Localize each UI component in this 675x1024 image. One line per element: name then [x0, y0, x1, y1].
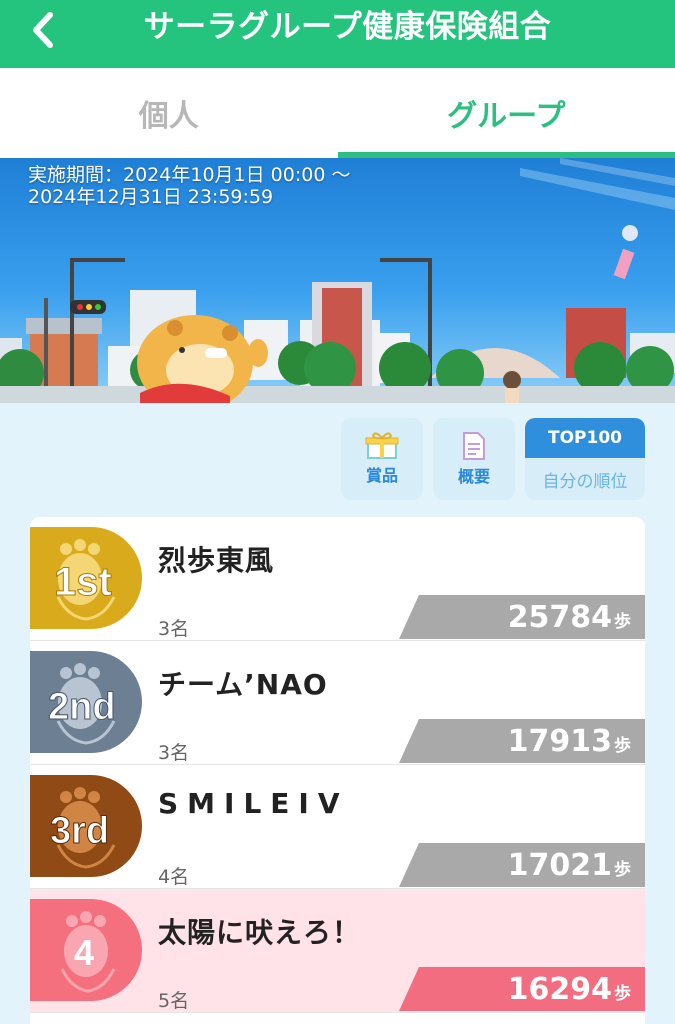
- period-end: 2024年12月31日 23:59:59: [28, 186, 274, 208]
- rank-badge: 4: [30, 899, 142, 1001]
- step-unit: 歩: [614, 984, 631, 1004]
- silver-footprint-icon: 2nd: [48, 663, 116, 745]
- rank-text: 4: [74, 932, 94, 973]
- team-name: 烈歩東風: [158, 544, 275, 577]
- prize-label: 賞品: [365, 466, 398, 485]
- prize-button[interactable]: 賞品: [341, 418, 423, 500]
- pink-footprint-icon: 4: [60, 911, 116, 993]
- tab-personal[interactable]: 個人: [0, 68, 338, 158]
- tab-group[interactable]: グループ: [337, 68, 675, 158]
- member-count: 4名: [158, 866, 190, 888]
- step-count: 16294 歩: [508, 972, 631, 1007]
- rank-badge: 3rd: [30, 775, 142, 877]
- step-count: 17021 歩: [508, 848, 631, 883]
- team-name: SMILEIV: [158, 787, 349, 820]
- summary-label: 概要: [457, 467, 490, 486]
- tab-bar: 個人 グループ: [0, 68, 675, 158]
- step-value: 25784: [507, 600, 612, 635]
- ranking-row[interactable]: 3rd SMILEIV 4名 17021 歩: [30, 765, 645, 889]
- member-count: 3名: [158, 742, 190, 764]
- step-count: 25784 歩: [508, 600, 631, 635]
- page-title: サーラグループ健康保険組合: [143, 8, 552, 45]
- step-value: 16294: [507, 972, 612, 1007]
- member-count: 3名: [158, 618, 190, 640]
- my-rank-label: 自分の順位: [542, 471, 628, 492]
- member-count: 5名: [158, 990, 190, 1012]
- top100-label: TOP100: [525, 418, 645, 458]
- team-name: 太陽に吠えろ！: [158, 916, 362, 949]
- document-icon: [463, 432, 485, 460]
- top100-button[interactable]: TOP100 自分の順位: [525, 418, 645, 500]
- rank-badge: 2nd: [30, 651, 142, 753]
- back-button[interactable]: [18, 10, 68, 50]
- step-count: 17913 歩: [508, 724, 631, 759]
- step-unit: 歩: [614, 736, 631, 756]
- step-value: 17913: [507, 724, 612, 759]
- ranking-list: 1st 烈歩東風 3名 25784 歩 2nd チーム’NAO 3名 17913…: [30, 517, 645, 1024]
- ranking-row[interactable]: 1st 烈歩東風 3名 25784 歩: [30, 517, 645, 641]
- step-unit: 歩: [614, 860, 631, 880]
- rank-text: 2nd: [48, 686, 116, 728]
- chevron-left-icon: [33, 12, 53, 48]
- team-name: チーム’NAO: [158, 668, 328, 701]
- app-header: サーラグループ健康保険組合: [0, 0, 675, 68]
- summary-button[interactable]: 概要: [433, 418, 515, 500]
- rank-badge: 1st: [30, 527, 142, 629]
- step-value: 17021: [507, 848, 612, 883]
- step-unit: 歩: [614, 612, 631, 632]
- ranking-row-own[interactable]: 4 太陽に吠えろ！ 5名 16294 歩: [30, 889, 645, 1013]
- event-period: 実施期間：2024年10月1日 00:00 ～ 2024年12月31日 23:5…: [28, 164, 350, 208]
- rank-text: 1st: [54, 560, 112, 604]
- period-start: 実施期間：2024年10月1日 00:00 ～: [28, 164, 351, 186]
- ranking-row[interactable]: 2nd チーム’NAO 3名 17913 歩: [30, 641, 645, 765]
- bronze-footprint-icon: 3rd: [50, 787, 116, 869]
- gold-footprint-icon: 1st: [54, 539, 116, 621]
- event-banner: 実施期間：2024年10月1日 00:00 ～ 2024年12月31日 23:5…: [0, 158, 675, 403]
- rank-text: 3rd: [50, 810, 109, 852]
- gift-icon: [365, 432, 399, 459]
